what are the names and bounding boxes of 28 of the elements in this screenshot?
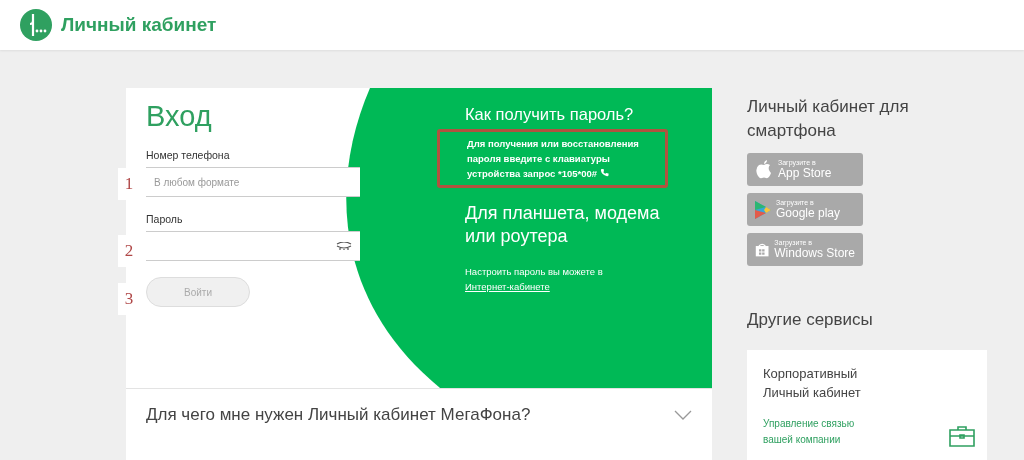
play-triangle-icon [755, 200, 771, 219]
store-name: Windows Store [774, 247, 855, 260]
apple-icon [755, 159, 773, 180]
header-title: Личный кабинет [61, 14, 217, 36]
corporate-card[interactable]: Корпоративный Личный кабинет Управление связью вашей компании [747, 350, 987, 460]
section-heading: Для планшета, модема или роутера [465, 202, 661, 248]
store-name: Google play [776, 207, 841, 220]
chevron-icon[interactable] [674, 410, 692, 420]
phone-icon [599, 168, 609, 177]
internet-cabinet-link[interactable]: Интернет-кабинете [465, 281, 550, 292]
store-name: App Store [778, 167, 832, 180]
field-label: Пароль [146, 213, 184, 225]
card-title: Корпоративный Личный кабинет [763, 365, 862, 402]
login-title: Вход [146, 100, 213, 133]
phone-field[interactable]: В любом формате [146, 167, 360, 197]
faq-bar[interactable]: Для чего мне нужен Личный кабинет МегаФона? [126, 388, 712, 441]
field-label: Номер телефона [146, 149, 231, 161]
faq-question: Для чего мне нужен Личный кабинет МегаФона? [146, 405, 531, 425]
password-field[interactable] [146, 231, 360, 261]
briefcase-icon [949, 425, 975, 447]
help-text: Настроить пароль вы можете в Интернет-кабинете [465, 265, 604, 294]
logo-icon[interactable] [20, 9, 52, 41]
hidden-eye-icon[interactable] [336, 242, 352, 250]
help-text: Для получения или восстановления пароля введите с клавиатуры устройства запрос *105*00# [437, 129, 668, 188]
card-link[interactable]: Управление связью вашей компании [763, 416, 873, 448]
apps-heading: Личный кабинет для смартфона [747, 96, 910, 142]
help-heading: Как получить пароль? [465, 105, 635, 124]
services-heading: Другие сервисы [747, 309, 874, 331]
